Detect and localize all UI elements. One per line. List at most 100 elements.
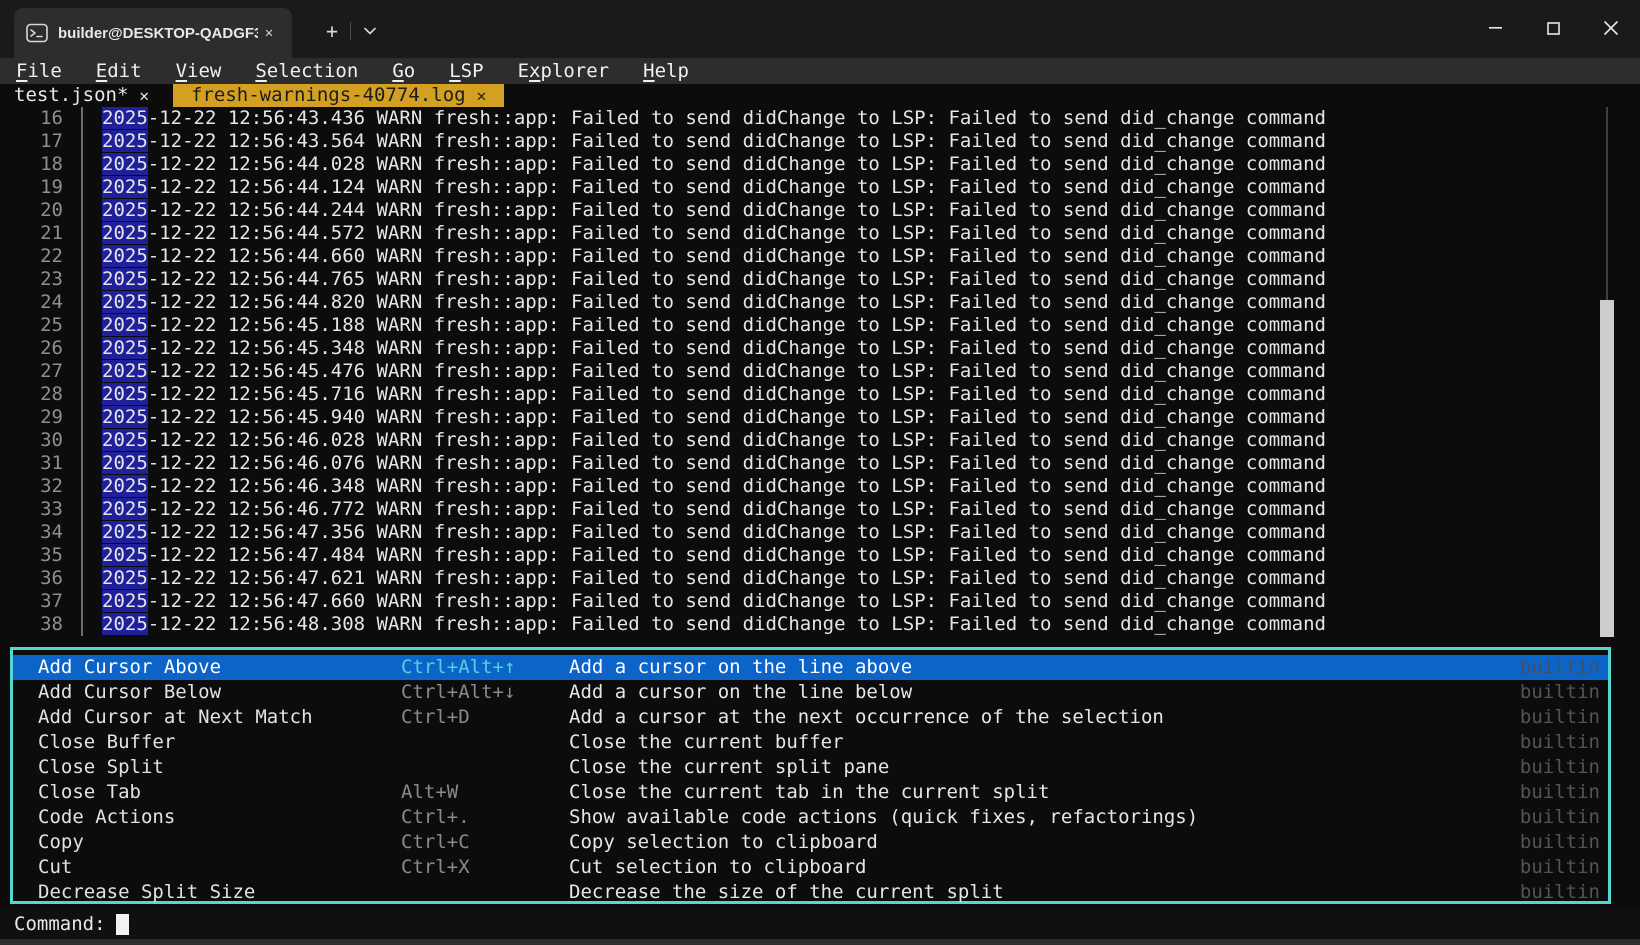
search-match-highlight: 2025 bbox=[102, 544, 148, 566]
search-match-highlight: 2025 bbox=[102, 475, 148, 497]
log-line[interactable]: 222025-12-22 12:56:44.660 WARN fresh::ap… bbox=[0, 245, 1640, 268]
command-description: Copy selection to clipboard bbox=[569, 830, 1520, 855]
log-line-text: 2025-12-22 12:56:48.308 WARN fresh::app:… bbox=[102, 613, 1326, 636]
command-shortcut: Ctrl+X bbox=[401, 855, 569, 880]
maximize-button[interactable] bbox=[1524, 0, 1582, 56]
line-number: 23 bbox=[0, 268, 63, 291]
log-line-text: 2025-12-22 12:56:44.572 WARN fresh::app:… bbox=[102, 222, 1326, 245]
log-line[interactable]: 182025-12-22 12:56:44.028 WARN fresh::ap… bbox=[0, 153, 1640, 176]
log-line[interactable]: 38 2025-12-22 12:56:48.308 WARN fresh::ap… bbox=[0, 613, 1640, 636]
line-number: 19 bbox=[0, 176, 63, 199]
line-number: 38 bbox=[0, 613, 63, 636]
log-line-text: 2025-12-22 12:56:44.244 WARN fresh::app:… bbox=[102, 199, 1326, 222]
editor-tab-close-icon[interactable]: ✕ bbox=[139, 84, 149, 107]
search-match-highlight: 2025 bbox=[102, 153, 148, 175]
editor-tab-label: fresh-warnings-40774.log bbox=[191, 84, 466, 107]
minimize-icon bbox=[1489, 27, 1502, 29]
search-match-highlight: 2025 bbox=[102, 590, 148, 612]
palette-row-add-cursor-below[interactable]: Add Cursor BelowCtrl+Alt+↓Add a cursor o… bbox=[13, 680, 1608, 705]
menu-item-go[interactable]: Go bbox=[392, 60, 415, 82]
log-line[interactable]: 202025-12-22 12:56:44.244 WARN fresh::ap… bbox=[0, 199, 1640, 222]
palette-row-add-cursor-above[interactable]: Add Cursor AboveCtrl+Alt+↑Add a cursor o… bbox=[13, 655, 1608, 680]
line-number: 31 bbox=[0, 452, 63, 475]
log-line[interactable]: 212025-12-22 12:56:44.572 WARN fresh::ap… bbox=[0, 222, 1640, 245]
palette-row-code-actions[interactable]: Code ActionsCtrl+.Show available code ac… bbox=[13, 805, 1608, 830]
line-number: 32 bbox=[0, 475, 63, 498]
log-line[interactable]: 292025-12-22 12:56:45.940 WARN fresh::ap… bbox=[0, 406, 1640, 429]
log-line[interactable]: 252025-12-22 12:56:45.188 WARN fresh::ap… bbox=[0, 314, 1640, 337]
close-button[interactable] bbox=[1582, 0, 1640, 56]
command-source: builtin bbox=[1520, 880, 1608, 905]
menu-item-edit[interactable]: Edit bbox=[96, 60, 142, 82]
editor-tab-fresh-warnings-40774-log[interactable]: fresh-warnings-40774.log ✕ bbox=[173, 84, 504, 107]
log-line[interactable]: 31 2025-12-22 12:56:46.076 WARN fresh::ap… bbox=[0, 452, 1640, 475]
palette-row-cut[interactable]: CutCtrl+XCut selection to clipboardbuilt… bbox=[13, 855, 1608, 880]
menu-item-selection[interactable]: Selection bbox=[255, 60, 358, 82]
editor-tab-close-icon[interactable]: ✕ bbox=[477, 84, 487, 107]
log-line[interactable]: 282025-12-22 12:56:45.716 WARN fresh::ap… bbox=[0, 383, 1640, 406]
log-line-text: 2025-12-22 12:56:46.076 WARN fresh::app:… bbox=[102, 452, 1326, 475]
log-line[interactable]: 302025-12-22 12:56:46.028 WARN fresh::ap… bbox=[0, 429, 1640, 452]
menu-item-file[interactable]: File bbox=[16, 60, 62, 82]
log-line[interactable]: 352025-12-22 12:56:47.484 WARN fresh::ap… bbox=[0, 544, 1640, 567]
log-line-text: 2025-12-22 12:56:44.124 WARN fresh::app:… bbox=[102, 176, 1326, 199]
log-line[interactable]: 19 2025-12-22 12:56:44.124 WARN fresh::ap… bbox=[0, 176, 1640, 199]
tabbar-divider bbox=[350, 22, 351, 40]
palette-row-close-buffer[interactable]: Close BufferClose the current bufferbuil… bbox=[13, 730, 1608, 755]
log-editor[interactable]: 162025-12-22 12:56:43.436 WARN fresh::ap… bbox=[0, 107, 1640, 636]
command-description: Show available code actions (quick fixes… bbox=[569, 805, 1520, 830]
log-line[interactable]: 172025-12-22 12:56:43.564 WARN fresh::ap… bbox=[0, 130, 1640, 153]
log-line-text: 2025-12-22 12:56:46.348 WARN fresh::app:… bbox=[102, 475, 1326, 498]
log-line[interactable]: 162025-12-22 12:56:43.436 WARN fresh::ap… bbox=[0, 107, 1640, 130]
line-number: 35 bbox=[0, 544, 63, 567]
command-source: builtin bbox=[1520, 705, 1608, 730]
window-bottom-edge bbox=[0, 939, 1640, 945]
log-line[interactable]: 262025-12-22 12:56:45.348 WARN fresh::ap… bbox=[0, 337, 1640, 360]
log-line[interactable]: 232025-12-22 12:56:44.765 WARN fresh::ap… bbox=[0, 268, 1640, 291]
terminal-tab-close-icon[interactable]: ✕ bbox=[258, 22, 280, 44]
new-tab-button[interactable]: + bbox=[317, 18, 347, 44]
terminal-window: builder@DESKTOP-QADGF36: ✕ + bbox=[0, 0, 1640, 945]
log-line-text: 2025-12-22 12:56:44.820 WARN fresh::app:… bbox=[102, 291, 1326, 314]
menu-item-view[interactable]: View bbox=[176, 60, 222, 82]
log-line[interactable]: 342025-12-22 12:56:47.356 WARN fresh::ap… bbox=[0, 521, 1640, 544]
menu-item-explorer[interactable]: Explorer bbox=[518, 60, 610, 82]
log-line[interactable]: 372025-12-22 12:56:47.660 WARN fresh::ap… bbox=[0, 590, 1640, 613]
line-number: 29 bbox=[0, 406, 63, 429]
cmd-icon bbox=[26, 23, 48, 43]
menu-item-help[interactable]: Help bbox=[643, 60, 689, 82]
command-source: builtin bbox=[1520, 805, 1608, 830]
log-line-text: 2025-12-22 12:56:43.436 WARN fresh::app:… bbox=[102, 107, 1326, 130]
tab-dropdown-button[interactable] bbox=[355, 18, 385, 44]
line-number: 30 bbox=[0, 429, 63, 452]
log-line[interactable]: 32 2025-12-22 12:56:46.348 WARN fresh::ap… bbox=[0, 475, 1640, 498]
log-line[interactable]: 242025-12-22 12:56:44.820 WARN fresh::ap… bbox=[0, 291, 1640, 314]
command-source: builtin bbox=[1520, 780, 1608, 805]
command-description: Add a cursor on the line above bbox=[569, 655, 1520, 680]
search-match-highlight: 2025 bbox=[102, 176, 148, 198]
palette-row-add-cursor-at-next-match[interactable]: Add Cursor at Next MatchCtrl+DAdd a curs… bbox=[13, 705, 1608, 730]
close-icon bbox=[1604, 21, 1618, 35]
command-source: builtin bbox=[1520, 655, 1608, 680]
editor-tab-test-json-[interactable]: test.json*✕ bbox=[14, 84, 149, 107]
command-description: Add a cursor at the next occurrence of t… bbox=[569, 705, 1520, 730]
command-bar[interactable]: Command: bbox=[0, 910, 1640, 938]
scrollbar-thumb[interactable] bbox=[1600, 300, 1614, 637]
log-line[interactable]: 362025-12-22 12:56:47.621 WARN fresh::ap… bbox=[0, 567, 1640, 590]
menu-item-lsp[interactable]: LSP bbox=[449, 60, 483, 82]
palette-row-close-split[interactable]: Close SplitClose the current split paneb… bbox=[13, 755, 1608, 780]
log-line-text: 2025-12-22 12:56:43.564 WARN fresh::app:… bbox=[102, 130, 1326, 153]
palette-row-close-tab[interactable]: Close TabAlt+WClose the current tab in t… bbox=[13, 780, 1608, 805]
log-line[interactable]: 272025-12-22 12:56:45.476 WARN fresh::ap… bbox=[0, 360, 1640, 383]
minimize-button[interactable] bbox=[1466, 0, 1524, 56]
line-number: 36 bbox=[0, 567, 63, 590]
palette-row-decrease-split-size[interactable]: Decrease Split SizeDecrease the size of … bbox=[13, 880, 1608, 905]
command-name: Close Tab bbox=[38, 780, 401, 805]
search-match-highlight: 2025 bbox=[102, 107, 148, 129]
log-line[interactable]: 332025-12-22 12:56:46.772 WARN fresh::ap… bbox=[0, 498, 1640, 521]
palette-row-copy[interactable]: CopyCtrl+CCopy selection to clipboardbui… bbox=[13, 830, 1608, 855]
log-line-text: 2025-12-22 12:56:45.348 WARN fresh::app:… bbox=[102, 337, 1326, 360]
log-line-text: 2025-12-22 12:56:44.028 WARN fresh::app:… bbox=[102, 153, 1326, 176]
terminal-tab[interactable]: builder@DESKTOP-QADGF36: ✕ bbox=[14, 8, 292, 58]
search-match-highlight: 2025 bbox=[102, 498, 148, 520]
